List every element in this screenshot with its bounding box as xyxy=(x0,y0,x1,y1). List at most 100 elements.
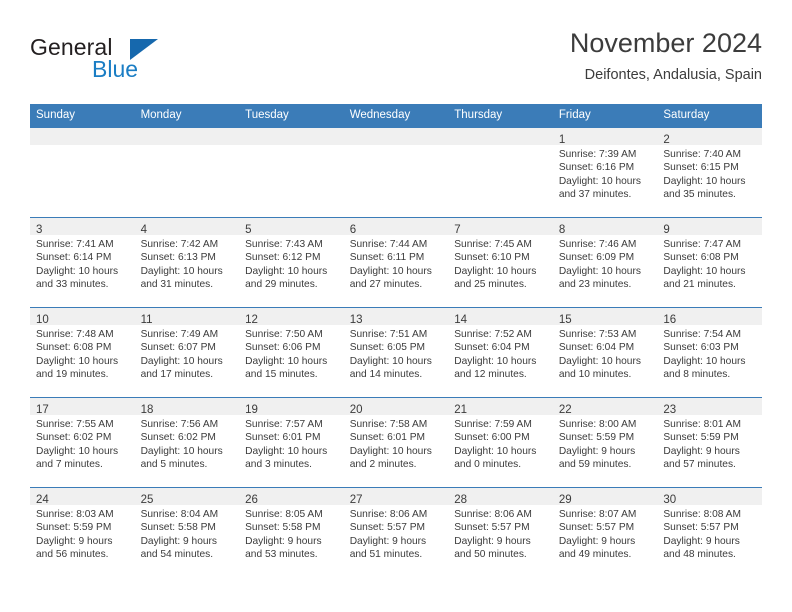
calendar-day-cell[interactable]: 11 Sunrise: 7:49 AM Sunset: 6:07 PM Dayligh… xyxy=(134,307,240,398)
day-number-band: 29 xyxy=(552,488,658,506)
day-number: 28 xyxy=(454,494,468,506)
day-detail-line: Sunset: 6:12 PM xyxy=(245,252,321,264)
page-subtitle: Deifontes, Andalusia, Spain xyxy=(584,67,762,83)
day-number: 21 xyxy=(454,404,468,416)
day-detail-line: and 33 minutes. xyxy=(36,279,109,291)
day-number-band: 23 xyxy=(657,398,762,416)
calendar-day-cell[interactable]: 23 Sunrise: 8:01 AM Sunset: 5:59 PM Dayligh… xyxy=(657,397,762,488)
day-cell-details: Sunrise: 7:57 AM Sunset: 6:01 PM Daylight:… xyxy=(239,415,344,472)
day-detail-line: Daylight: 10 hours xyxy=(36,355,119,367)
day-detail-line: Sunrise: 7:41 AM xyxy=(36,239,114,250)
day-detail-line: Daylight: 9 hours xyxy=(140,535,218,547)
brand-logo[interactable]: General Blue xyxy=(30,34,210,86)
day-number: 20 xyxy=(349,404,363,416)
calendar-day-cell[interactable]: 15 Sunrise: 7:53 AM Sunset: 6:04 PM Dayligh… xyxy=(552,307,658,398)
day-detail-line: Sunrise: 7:57 AM xyxy=(245,419,323,430)
day-cell-details: Sunrise: 7:45 AM Sunset: 6:10 PM Daylight:… xyxy=(448,235,553,292)
day-detail-line: Sunrise: 8:06 AM xyxy=(454,509,532,520)
day-cell-details: Sunrise: 8:08 AM Sunset: 5:57 PM Daylight:… xyxy=(657,505,762,562)
day-detail-line: and 19 minutes. xyxy=(36,369,109,381)
day-detail-line: Sunrise: 8:07 AM xyxy=(558,509,637,520)
day-number: 12 xyxy=(245,314,258,326)
calendar-day-cell[interactable]: 8 Sunrise: 7:46 AM Sunset: 6:09 PM Daylight… xyxy=(552,217,658,308)
calendar-day-cell[interactable]: 16 Sunrise: 7:54 AM Sunset: 6:03 PM Dayligh… xyxy=(657,307,762,398)
day-detail-line: Sunrise: 8:03 AM xyxy=(36,509,114,520)
calendar-day-cell[interactable]: 26 Sunrise: 8:05 AM Sunset: 5:58 PM Dayligh… xyxy=(239,487,344,577)
day-detail-line: Sunset: 6:03 PM xyxy=(663,342,739,354)
calendar-day-cell[interactable]: 21 Sunrise: 7:59 AM Sunset: 6:00 PM Dayligh… xyxy=(448,397,553,488)
day-detail-line: Daylight: 10 hours xyxy=(558,265,641,277)
day-detail-line: Daylight: 9 hours xyxy=(349,535,427,547)
calendar-day-cell-empty xyxy=(30,127,135,218)
calendar-day-cell[interactable]: 7 Sunrise: 7:45 AM Sunset: 6:10 PM Daylight… xyxy=(448,217,553,308)
calendar-day-cell[interactable]: 18 Sunrise: 7:56 AM Sunset: 6:02 PM Dayligh… xyxy=(134,397,240,488)
calendar-day-cell[interactable]: 19 Sunrise: 7:57 AM Sunset: 6:01 PM Dayligh… xyxy=(239,397,344,488)
day-number-band: 2 xyxy=(657,128,762,146)
calendar-day-cell[interactable]: 5 Sunrise: 7:43 AM Sunset: 6:12 PM Daylight… xyxy=(239,217,344,308)
day-number-band: 18 xyxy=(134,398,240,416)
day-detail-line: and 53 minutes. xyxy=(245,549,318,561)
calendar-day-cell[interactable]: 20 Sunrise: 7:58 AM Sunset: 6:01 PM Dayligh… xyxy=(343,397,449,488)
calendar-day-cell[interactable]: 29 Sunrise: 8:07 AM Sunset: 5:57 PM Dayligh… xyxy=(552,487,658,577)
day-cell-details xyxy=(344,145,449,148)
day-cell-details: Sunrise: 7:49 AM Sunset: 6:07 PM Daylight:… xyxy=(135,325,240,382)
calendar-day-cell[interactable]: 14 Sunrise: 7:52 AM Sunset: 6:04 PM Dayligh… xyxy=(448,307,553,398)
day-number-band: 20 xyxy=(343,398,449,416)
day-number-band xyxy=(239,128,344,145)
calendar-day-cell[interactable]: 3 Sunrise: 7:41 AM Sunset: 6:14 PM Daylight… xyxy=(30,217,135,308)
calendar-day-cell[interactable]: 4 Sunrise: 7:42 AM Sunset: 6:13 PM Daylight… xyxy=(134,217,240,308)
day-number-band: 17 xyxy=(30,398,135,416)
day-detail-line: and 10 minutes. xyxy=(558,369,632,381)
day-detail-line: Sunset: 5:57 PM xyxy=(663,522,739,534)
day-number-band: 28 xyxy=(448,488,553,506)
day-number: 24 xyxy=(36,494,49,506)
calendar-day-cell[interactable]: 28 Sunrise: 8:06 AM Sunset: 5:57 PM Dayligh… xyxy=(448,487,553,577)
calendar-day-cell[interactable]: 13 Sunrise: 7:51 AM Sunset: 6:05 PM Dayligh… xyxy=(343,307,449,398)
day-detail-line: Sunrise: 8:00 AM xyxy=(558,419,637,430)
day-detail-line: Daylight: 10 hours xyxy=(245,445,328,457)
calendar-day-cell[interactable]: 9 Sunrise: 7:47 AM Sunset: 6:08 PM Daylight… xyxy=(657,217,762,308)
weekday-header-wednesday: Wednesday xyxy=(343,104,449,128)
day-number-band xyxy=(343,128,449,145)
day-detail-line: Daylight: 10 hours xyxy=(36,445,119,457)
day-number-band: 1 xyxy=(552,128,658,146)
calendar-day-cell[interactable]: 1 Sunrise: 7:39 AM Sunset: 6:16 PM Daylight… xyxy=(552,127,658,218)
calendar-day-cell[interactable]: 12 Sunrise: 7:50 AM Sunset: 6:06 PM Dayligh… xyxy=(239,307,344,398)
calendar-day-cell[interactable]: 6 Sunrise: 7:44 AM Sunset: 6:11 PM Daylight… xyxy=(343,217,449,308)
day-number: 29 xyxy=(558,494,572,506)
day-cell-details: Sunrise: 7:40 AM Sunset: 6:15 PM Daylight:… xyxy=(657,145,762,202)
day-number: 8 xyxy=(558,224,566,236)
day-detail-line: Sunset: 6:13 PM xyxy=(140,252,216,264)
day-detail-line: Daylight: 10 hours xyxy=(245,265,328,277)
calendar-day-cell[interactable]: 24 Sunrise: 8:03 AM Sunset: 5:59 PM Dayligh… xyxy=(30,487,135,577)
day-cell-details: Sunrise: 8:01 AM Sunset: 5:59 PM Daylight:… xyxy=(657,415,762,472)
day-detail-line: and 49 minutes. xyxy=(558,549,632,561)
day-detail-line: Sunrise: 7:39 AM xyxy=(558,149,637,160)
day-number-band: 14 xyxy=(448,308,553,326)
day-detail-line: Sunset: 5:59 PM xyxy=(36,522,112,534)
calendar-day-cell[interactable]: 17 Sunrise: 7:55 AM Sunset: 6:02 PM Dayligh… xyxy=(30,397,135,488)
calendar-day-cell[interactable]: 25 Sunrise: 8:04 AM Sunset: 5:58 PM Dayligh… xyxy=(134,487,240,577)
calendar-day-cell[interactable]: 2 Sunrise: 7:40 AM Sunset: 6:15 PM Daylight… xyxy=(657,127,762,218)
day-detail-line: Daylight: 9 hours xyxy=(663,445,740,457)
day-cell-details: Sunrise: 7:53 AM Sunset: 6:04 PM Daylight:… xyxy=(553,325,658,382)
day-cell-details: Sunrise: 7:59 AM Sunset: 6:00 PM Daylight:… xyxy=(448,415,553,472)
day-detail-line: and 8 minutes. xyxy=(663,369,731,381)
day-detail-line: Daylight: 10 hours xyxy=(454,265,537,277)
calendar-day-cell[interactable]: 22 Sunrise: 8:00 AM Sunset: 5:59 PM Dayligh… xyxy=(552,397,658,488)
calendar-day-cell[interactable]: 30 Sunrise: 8:08 AM Sunset: 5:57 PM Dayligh… xyxy=(657,487,762,577)
day-cell-details: Sunrise: 7:54 AM Sunset: 6:03 PM Daylight:… xyxy=(657,325,762,382)
day-cell-details: Sunrise: 7:47 AM Sunset: 6:08 PM Daylight:… xyxy=(657,235,762,292)
calendar-day-cell[interactable]: 10 Sunrise: 7:48 AM Sunset: 6:08 PM Dayligh… xyxy=(30,307,135,398)
day-cell-details: Sunrise: 7:52 AM Sunset: 6:04 PM Daylight:… xyxy=(448,325,553,382)
calendar-day-cell[interactable]: 27 Sunrise: 8:06 AM Sunset: 5:57 PM Dayligh… xyxy=(343,487,449,577)
day-detail-line: Sunset: 6:16 PM xyxy=(558,162,635,174)
day-cell-details: Sunrise: 8:04 AM Sunset: 5:58 PM Daylight:… xyxy=(135,505,240,562)
day-detail-line: and 29 minutes. xyxy=(245,279,318,291)
day-detail-line: Sunset: 6:04 PM xyxy=(558,342,635,354)
day-number-band: 10 xyxy=(30,308,135,326)
day-detail-line: Daylight: 10 hours xyxy=(245,355,328,367)
day-detail-line: and 23 minutes. xyxy=(558,279,632,291)
day-detail-line: Sunrise: 7:47 AM xyxy=(663,239,741,250)
day-detail-line: Sunrise: 8:05 AM xyxy=(245,509,323,520)
